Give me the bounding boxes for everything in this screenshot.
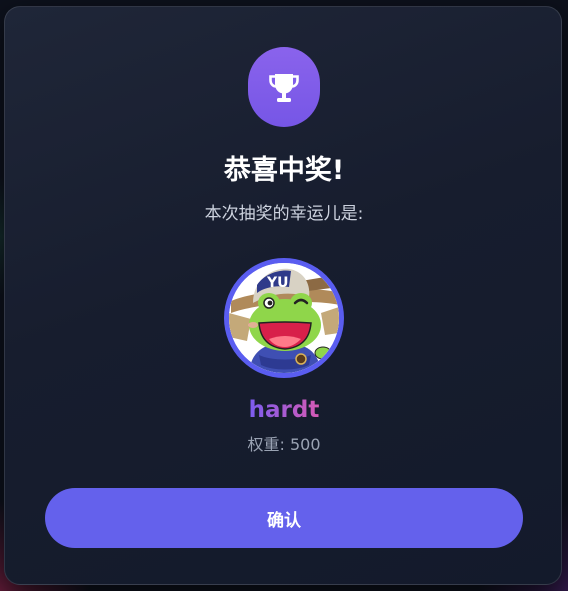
trophy-icon bbox=[269, 74, 299, 102]
winner-weight: 权重: 500 bbox=[247, 435, 321, 454]
winner-name-label: hardt bbox=[249, 397, 320, 423]
cartoon-frog-avatar: YU bbox=[229, 263, 339, 373]
winner-name: hardt bbox=[5, 393, 563, 434]
dialog-subtitle: 本次抽奖的幸运儿是: bbox=[204, 204, 364, 224]
dialog-title: 恭喜中奖! bbox=[223, 155, 345, 186]
avatar-image: YU bbox=[229, 263, 339, 373]
winner-dialog: 恭喜中奖! 本次抽奖的幸运儿是: YU hardt 权重: 500 确认 bbox=[4, 6, 562, 585]
winner-name-text: hardt bbox=[249, 397, 320, 423]
svg-text:YU: YU bbox=[266, 275, 289, 291]
confirm-button[interactable]: 确认 bbox=[45, 488, 523, 548]
winner-avatar: YU bbox=[224, 258, 344, 378]
trophy-badge bbox=[248, 47, 320, 127]
